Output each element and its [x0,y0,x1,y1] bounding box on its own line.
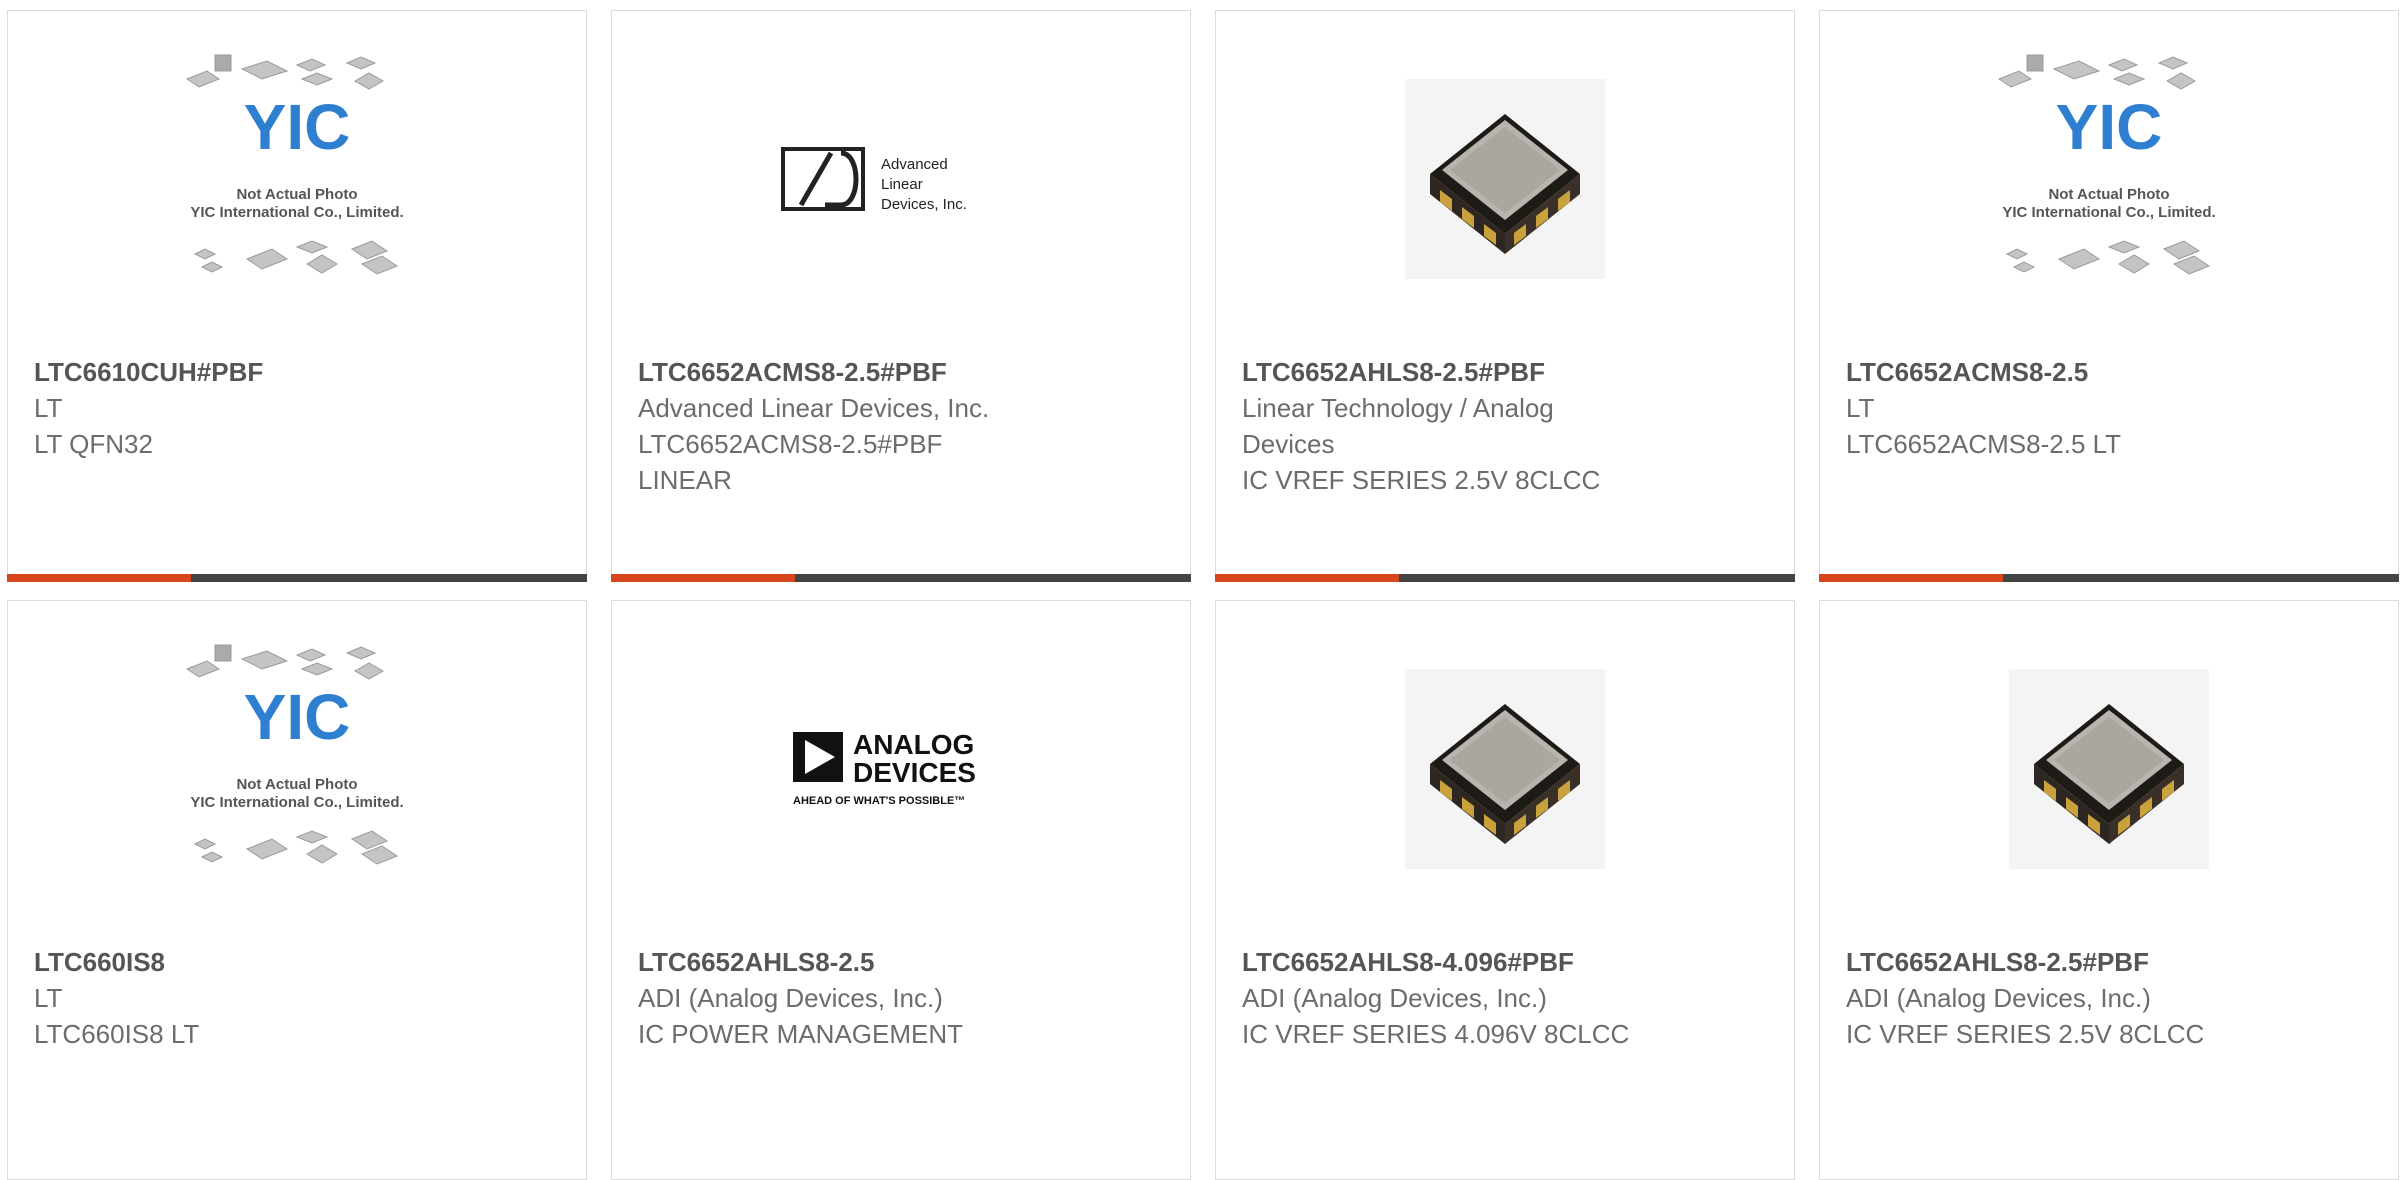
manufacturer: ADI (Analog Devices, Inc.) [638,983,943,1013]
yic-caption-line2: YIC International Co., Limited. [190,204,403,221]
manufacturer: LT [34,983,63,1013]
manufacturer: Linear Technology / Analog [1242,393,1554,423]
description: IC VREF SERIES 4.096V 8CLCC [1242,1019,1630,1049]
yic-brand-text: YIC [2056,91,2163,163]
chip-photo [1405,668,1605,869]
yic-caption-line2: YIC International Co., Limited. [190,794,403,811]
product-card[interactable]: YIC Not Actual Photo YIC International C… [1819,10,2399,582]
product-image[interactable]: ANALOG DEVICES AHEAD OF WHAT'S POSSIBLE™ [612,601,1190,936]
part-number[interactable]: LTC6610CUH#PBF [34,354,560,390]
part-number[interactable]: LTC660IS8 [34,944,560,980]
manufacturer-cont: Devices [1242,429,1335,459]
description: IC POWER MANAGEMENT [638,1019,964,1049]
product-card[interactable]: LTC6652AHLS8-4.096#PBF ADI (Analog Devic… [1215,600,1795,1180]
yic-caption-line1: Not Actual Photo [236,186,357,203]
chip-icon [1430,113,1580,254]
description: LINEAR [638,465,732,495]
product-card[interactable]: LTC6652AHLS8-2.5#PBF ADI (Analog Devices… [1819,600,2399,1180]
card-accent-bar [611,574,795,582]
manufacturer: LT [34,393,63,423]
yic-brand-text: YIC [244,681,351,753]
adi-logo-line1: ANALOG [853,729,974,760]
card-accent-bar [7,574,191,582]
yic-caption-line1: Not Actual Photo [236,776,357,793]
description: LTC6652ACMS8-2.5 LT [1846,429,2122,459]
description: LT QFN32 [34,429,153,459]
product-card[interactable]: LTC6652AHLS8-2.5#PBF Linear Technology /… [1215,10,1795,582]
part-number[interactable]: LTC6652AHLS8-2.5 [638,944,1164,980]
description: IC VREF SERIES 2.5V 8CLCC [1846,1019,2205,1049]
product-card[interactable]: YIC Not Actual Photo YIC International C… [7,600,587,1180]
yic-placeholder-image: YIC Not Actual Photo YIC International C… [1997,54,2216,275]
product-image[interactable]: YIC Not Actual Photo YIC International C… [1820,11,2398,346]
product-image[interactable]: Advanced Linear Devices, Inc. [612,11,1190,346]
card-accent-bar [1215,574,1399,582]
manufacturer: Advanced Linear Devices, Inc. [638,393,990,423]
product-card[interactable]: ANALOG DEVICES AHEAD OF WHAT'S POSSIBLE™… [611,600,1191,1180]
product-image[interactable] [1820,601,2398,936]
manufacturer: LT [1846,393,1875,423]
product-image[interactable]: YIC Not Actual Photo YIC International C… [8,601,586,936]
yic-placeholder-image: YIC Not Actual Photo YIC International C… [185,644,404,865]
product-card[interactable]: YIC Not Actual Photo YIC International C… [7,10,587,582]
adi-logo-line2: DEVICES [853,757,976,788]
chip-icon [1430,703,1580,844]
manufacturer: ADI (Analog Devices, Inc.) [1846,983,2151,1013]
product-image[interactable]: YIC Not Actual Photo YIC International C… [8,11,586,346]
card-bottom-bar [1819,574,2399,582]
yic-caption-line1: Not Actual Photo [2048,186,2169,203]
ald-logo-line2: Linear [881,176,923,193]
card-bottom-bar [7,574,587,582]
part-number[interactable]: LTC6652AHLS8-2.5#PBF [1846,944,2372,980]
ald-logo-line3: Devices, Inc. [881,196,967,213]
part-number[interactable]: LTC6652AHLS8-4.096#PBF [1242,944,1768,980]
product-card[interactable]: Advanced Linear Devices, Inc. LTC6652ACM… [611,10,1191,582]
part-number[interactable]: LTC6652ACMS8-2.5#PBF [638,354,1164,390]
yic-caption-line2: YIC International Co., Limited. [2002,204,2215,221]
description: LTC6652ACMS8-2.5#PBF [638,429,943,459]
product-image[interactable] [1216,601,1794,936]
adi-logo-image: ANALOG DEVICES AHEAD OF WHAT'S POSSIBLE™ [793,729,976,807]
adi-logo-tagline: AHEAD OF WHAT'S POSSIBLE™ [793,795,965,807]
chip-photo [1405,78,1605,279]
manufacturer: ADI (Analog Devices, Inc.) [1242,983,1547,1013]
card-bottom-bar [1215,574,1795,582]
ald-logo-image: Advanced Linear Devices, Inc. [781,146,967,213]
product-image[interactable] [1216,11,1794,346]
part-number[interactable]: LTC6652AHLS8-2.5#PBF [1242,354,1768,390]
yic-brand-text: YIC [244,91,351,163]
yic-placeholder-image: YIC Not Actual Photo YIC International C… [185,54,404,275]
card-bottom-bar [611,574,1191,582]
description: LTC660IS8 LT [34,1019,200,1049]
chip-icon [2034,703,2184,844]
description: IC VREF SERIES 2.5V 8CLCC [1242,465,1601,495]
card-accent-bar [1819,574,2003,582]
part-number[interactable]: LTC6652ACMS8-2.5 [1846,354,2372,390]
chip-photo [2009,668,2209,869]
ald-logo-line1: Advanced [881,156,948,173]
